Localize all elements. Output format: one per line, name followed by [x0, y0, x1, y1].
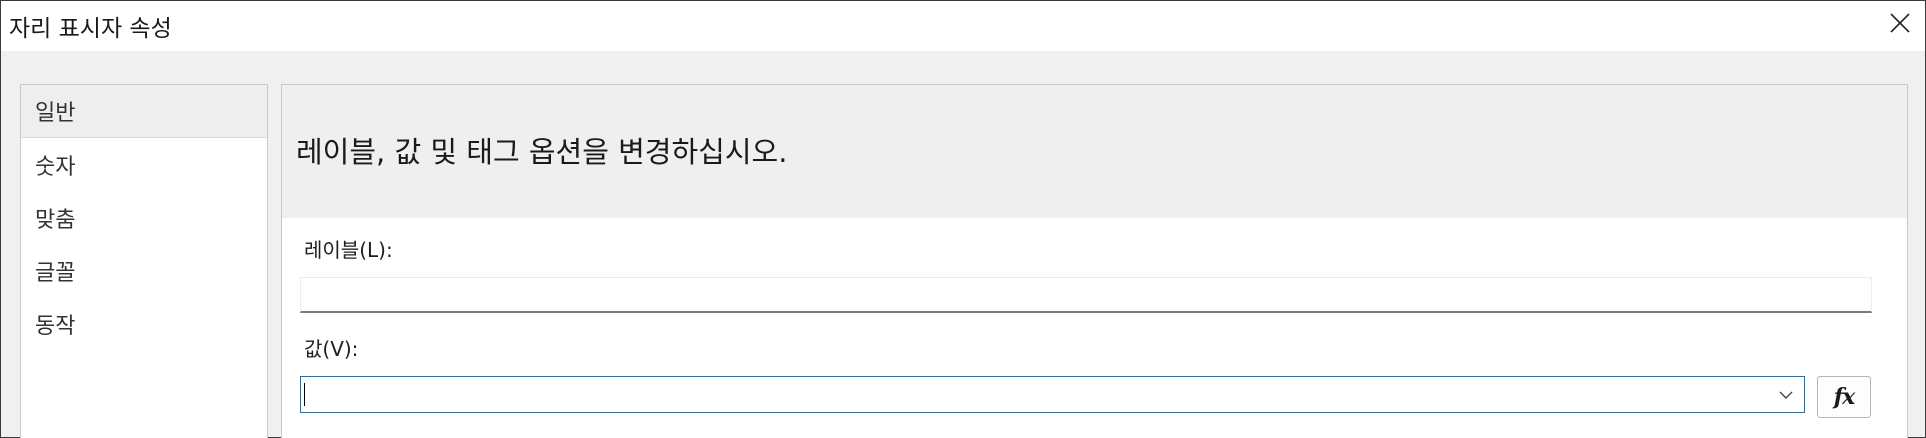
dialog-window: 자리 표시자 속성 일반 숫자 맞춤 글꼴 동작 레이블, 값 및 태그 옵션을… — [0, 0, 1926, 438]
sidebar-item-label: 글꼴 — [35, 260, 76, 286]
label-field-label: 레이블(L): — [304, 238, 393, 262]
dialog-title: 자리 표시자 속성 — [9, 16, 172, 42]
title-bar: 자리 표시자 속성 — [1, 1, 1925, 51]
close-button[interactable] — [1875, 1, 1925, 45]
sidebar-item-action[interactable]: 동작 — [21, 297, 267, 350]
close-icon — [1890, 13, 1910, 33]
sidebar-item-label: 맞춤 — [35, 207, 76, 233]
expression-button[interactable]: fx — [1817, 376, 1871, 418]
panel-header-text: 레이블, 값 및 태그 옵션을 변경하십시오. — [296, 135, 788, 169]
sidebar-item-label: 숫자 — [35, 154, 76, 180]
panel-header: 레이블, 값 및 태그 옵션을 변경하십시오. — [282, 85, 1907, 218]
sidebar-item-alignment[interactable]: 맞춤 — [21, 191, 267, 244]
category-sidebar: 일반 숫자 맞춤 글꼴 동작 — [20, 84, 268, 438]
sidebar-item-general[interactable]: 일반 — [21, 85, 267, 138]
value-combobox[interactable] — [300, 376, 1805, 413]
sidebar-item-number[interactable]: 숫자 — [21, 138, 267, 191]
value-dropdown-button[interactable] — [1768, 377, 1804, 412]
label-input[interactable] — [300, 277, 1872, 313]
general-panel: 레이블, 값 및 태그 옵션을 변경하십시오. 레이블(L): 값(V): fx — [281, 84, 1908, 438]
fx-icon: fx — [1833, 384, 1856, 410]
sidebar-item-label: 일반 — [35, 101, 76, 126]
value-input[interactable] — [301, 377, 1761, 412]
sidebar-item-font[interactable]: 글꼴 — [21, 244, 267, 297]
sidebar-item-label: 동작 — [35, 313, 76, 339]
text-caret — [304, 383, 305, 406]
value-field-label: 값(V): — [304, 337, 359, 361]
chevron-down-icon — [1779, 391, 1793, 399]
